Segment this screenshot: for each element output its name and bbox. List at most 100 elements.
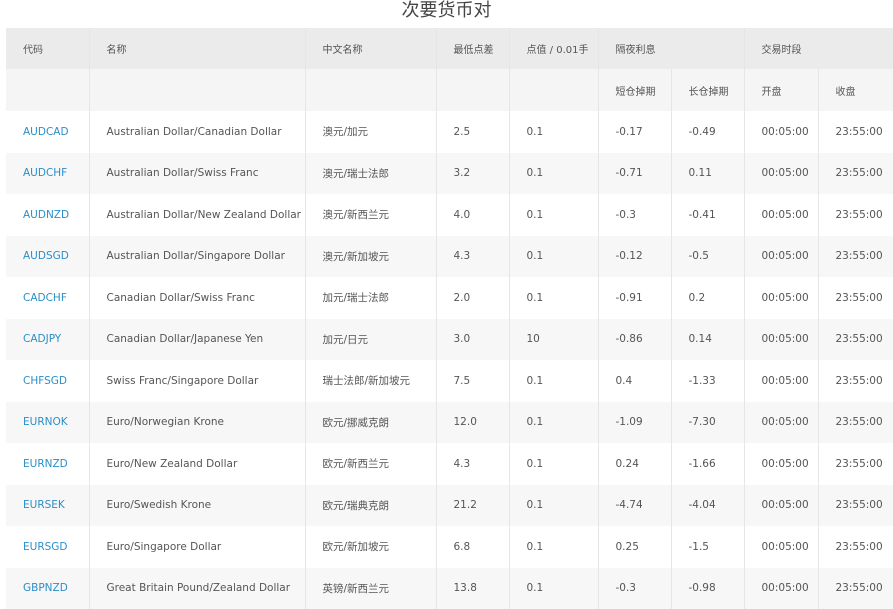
pair-name: Canadian Dollar/Swiss Franc <box>89 277 305 319</box>
open-time: 00:05:00 <box>744 111 818 153</box>
table-row: EURNZDEuro/New Zealand Dollar欧元/新西兰元4.30… <box>6 443 893 485</box>
pair-name: Euro/Norwegian Krone <box>89 402 305 444</box>
pair-cn-name: 欧元/挪威克朗 <box>305 402 436 444</box>
pair-code[interactable]: AUDCAD <box>6 111 89 153</box>
pair-cn-name: 欧元/瑞典克朗 <box>305 485 436 527</box>
point-value: 0.1 <box>509 485 598 527</box>
close-time: 23:55:00 <box>818 568 893 609</box>
close-time: 23:55:00 <box>818 443 893 485</box>
pair-name: Canadian Dollar/Japanese Yen <box>89 319 305 361</box>
close-time: 23:55:00 <box>818 236 893 278</box>
short-swap: -0.3 <box>598 194 671 236</box>
subheader-long-swap: 长仓掉期 <box>671 69 744 111</box>
close-time: 23:55:00 <box>818 319 893 361</box>
subheader-blank <box>509 69 598 111</box>
open-time: 00:05:00 <box>744 402 818 444</box>
point-value: 0.1 <box>509 277 598 319</box>
point-value: 0.1 <box>509 236 598 278</box>
pair-code[interactable]: CADJPY <box>6 319 89 361</box>
pair-code[interactable]: EURNZD <box>6 443 89 485</box>
long-swap: -0.49 <box>671 111 744 153</box>
min-spread: 13.8 <box>436 568 509 609</box>
min-spread: 2.5 <box>436 111 509 153</box>
point-value: 0.1 <box>509 194 598 236</box>
long-swap: 0.11 <box>671 153 744 195</box>
long-swap: 0.2 <box>671 277 744 319</box>
min-spread: 3.0 <box>436 319 509 361</box>
header-swap-spacer <box>671 28 744 69</box>
pair-code[interactable]: CHFSGD <box>6 360 89 402</box>
pair-name: Great Britain Pound/Zealand Dollar <box>89 568 305 609</box>
short-swap: -0.3 <box>598 568 671 609</box>
close-time: 23:55:00 <box>818 194 893 236</box>
point-value: 10 <box>509 319 598 361</box>
short-swap: -0.17 <box>598 111 671 153</box>
header-min-spread: 最低点差 <box>436 28 509 69</box>
subheader-blank <box>436 69 509 111</box>
pair-code[interactable]: EURSGD <box>6 526 89 568</box>
pair-cn-name: 澳元/瑞士法郎 <box>305 153 436 195</box>
table-row: CHFSGDSwiss Franc/Singapore Dollar瑞士法郎/新… <box>6 360 893 402</box>
long-swap: -0.41 <box>671 194 744 236</box>
long-swap: 0.14 <box>671 319 744 361</box>
point-value: 0.1 <box>509 568 598 609</box>
short-swap: -0.12 <box>598 236 671 278</box>
pair-cn-name: 澳元/加元 <box>305 111 436 153</box>
long-swap: -1.66 <box>671 443 744 485</box>
min-spread: 7.5 <box>436 360 509 402</box>
table-row: EURNOKEuro/Norwegian Krone欧元/挪威克朗12.00.1… <box>6 402 893 444</box>
close-time: 23:55:00 <box>818 111 893 153</box>
pair-code[interactable]: EURNOK <box>6 402 89 444</box>
subheader-blank <box>305 69 436 111</box>
pair-code[interactable]: AUDNZD <box>6 194 89 236</box>
table-row: GBPNZDGreat Britain Pound/Zealand Dollar… <box>6 568 893 609</box>
open-time: 00:05:00 <box>744 485 818 527</box>
open-time: 00:05:00 <box>744 153 818 195</box>
long-swap: -1.5 <box>671 526 744 568</box>
open-time: 00:05:00 <box>744 319 818 361</box>
subheader-open: 开盘 <box>744 69 818 111</box>
short-swap: 0.24 <box>598 443 671 485</box>
point-value: 0.1 <box>509 153 598 195</box>
table-row: CADCHFCanadian Dollar/Swiss Franc加元/瑞士法郎… <box>6 277 893 319</box>
pair-name: Euro/New Zealand Dollar <box>89 443 305 485</box>
subheader-blank <box>6 69 89 111</box>
short-swap: -0.71 <box>598 153 671 195</box>
pair-code[interactable]: CADCHF <box>6 277 89 319</box>
short-swap: -0.91 <box>598 277 671 319</box>
pair-cn-name: 英镑/新西兰元 <box>305 568 436 609</box>
open-time: 00:05:00 <box>744 526 818 568</box>
pair-code[interactable]: AUDCHF <box>6 153 89 195</box>
close-time: 23:55:00 <box>818 402 893 444</box>
header-code: 代码 <box>6 28 89 69</box>
long-swap: -4.04 <box>671 485 744 527</box>
subheader-blank <box>89 69 305 111</box>
open-time: 00:05:00 <box>744 568 818 609</box>
close-time: 23:55:00 <box>818 277 893 319</box>
min-spread: 6.8 <box>436 526 509 568</box>
pair-code[interactable]: GBPNZD <box>6 568 89 609</box>
point-value: 0.1 <box>509 443 598 485</box>
pair-cn-name: 欧元/新西兰元 <box>305 443 436 485</box>
pair-cn-name: 澳元/新西兰元 <box>305 194 436 236</box>
pair-cn-name: 欧元/新加坡元 <box>305 526 436 568</box>
long-swap: -0.98 <box>671 568 744 609</box>
pair-code[interactable]: AUDSGD <box>6 236 89 278</box>
open-time: 00:05:00 <box>744 236 818 278</box>
pair-name: Australian Dollar/Canadian Dollar <box>89 111 305 153</box>
page-title: 次要货币对 <box>0 0 893 28</box>
point-value: 0.1 <box>509 402 598 444</box>
min-spread: 21.2 <box>436 485 509 527</box>
close-time: 23:55:00 <box>818 360 893 402</box>
table-row: EURSEKEuro/Swedish Krone欧元/瑞典克朗21.20.1-4… <box>6 485 893 527</box>
short-swap: -4.74 <box>598 485 671 527</box>
pair-name: Swiss Franc/Singapore Dollar <box>89 360 305 402</box>
point-value: 0.1 <box>509 360 598 402</box>
pair-name: Australian Dollar/New Zealand Dollar <box>89 194 305 236</box>
min-spread: 2.0 <box>436 277 509 319</box>
point-value: 0.1 <box>509 111 598 153</box>
short-swap: 0.25 <box>598 526 671 568</box>
pair-name: Euro/Swedish Krone <box>89 485 305 527</box>
header-swap: 隔夜利息 <box>598 28 671 69</box>
pair-code[interactable]: EURSEK <box>6 485 89 527</box>
